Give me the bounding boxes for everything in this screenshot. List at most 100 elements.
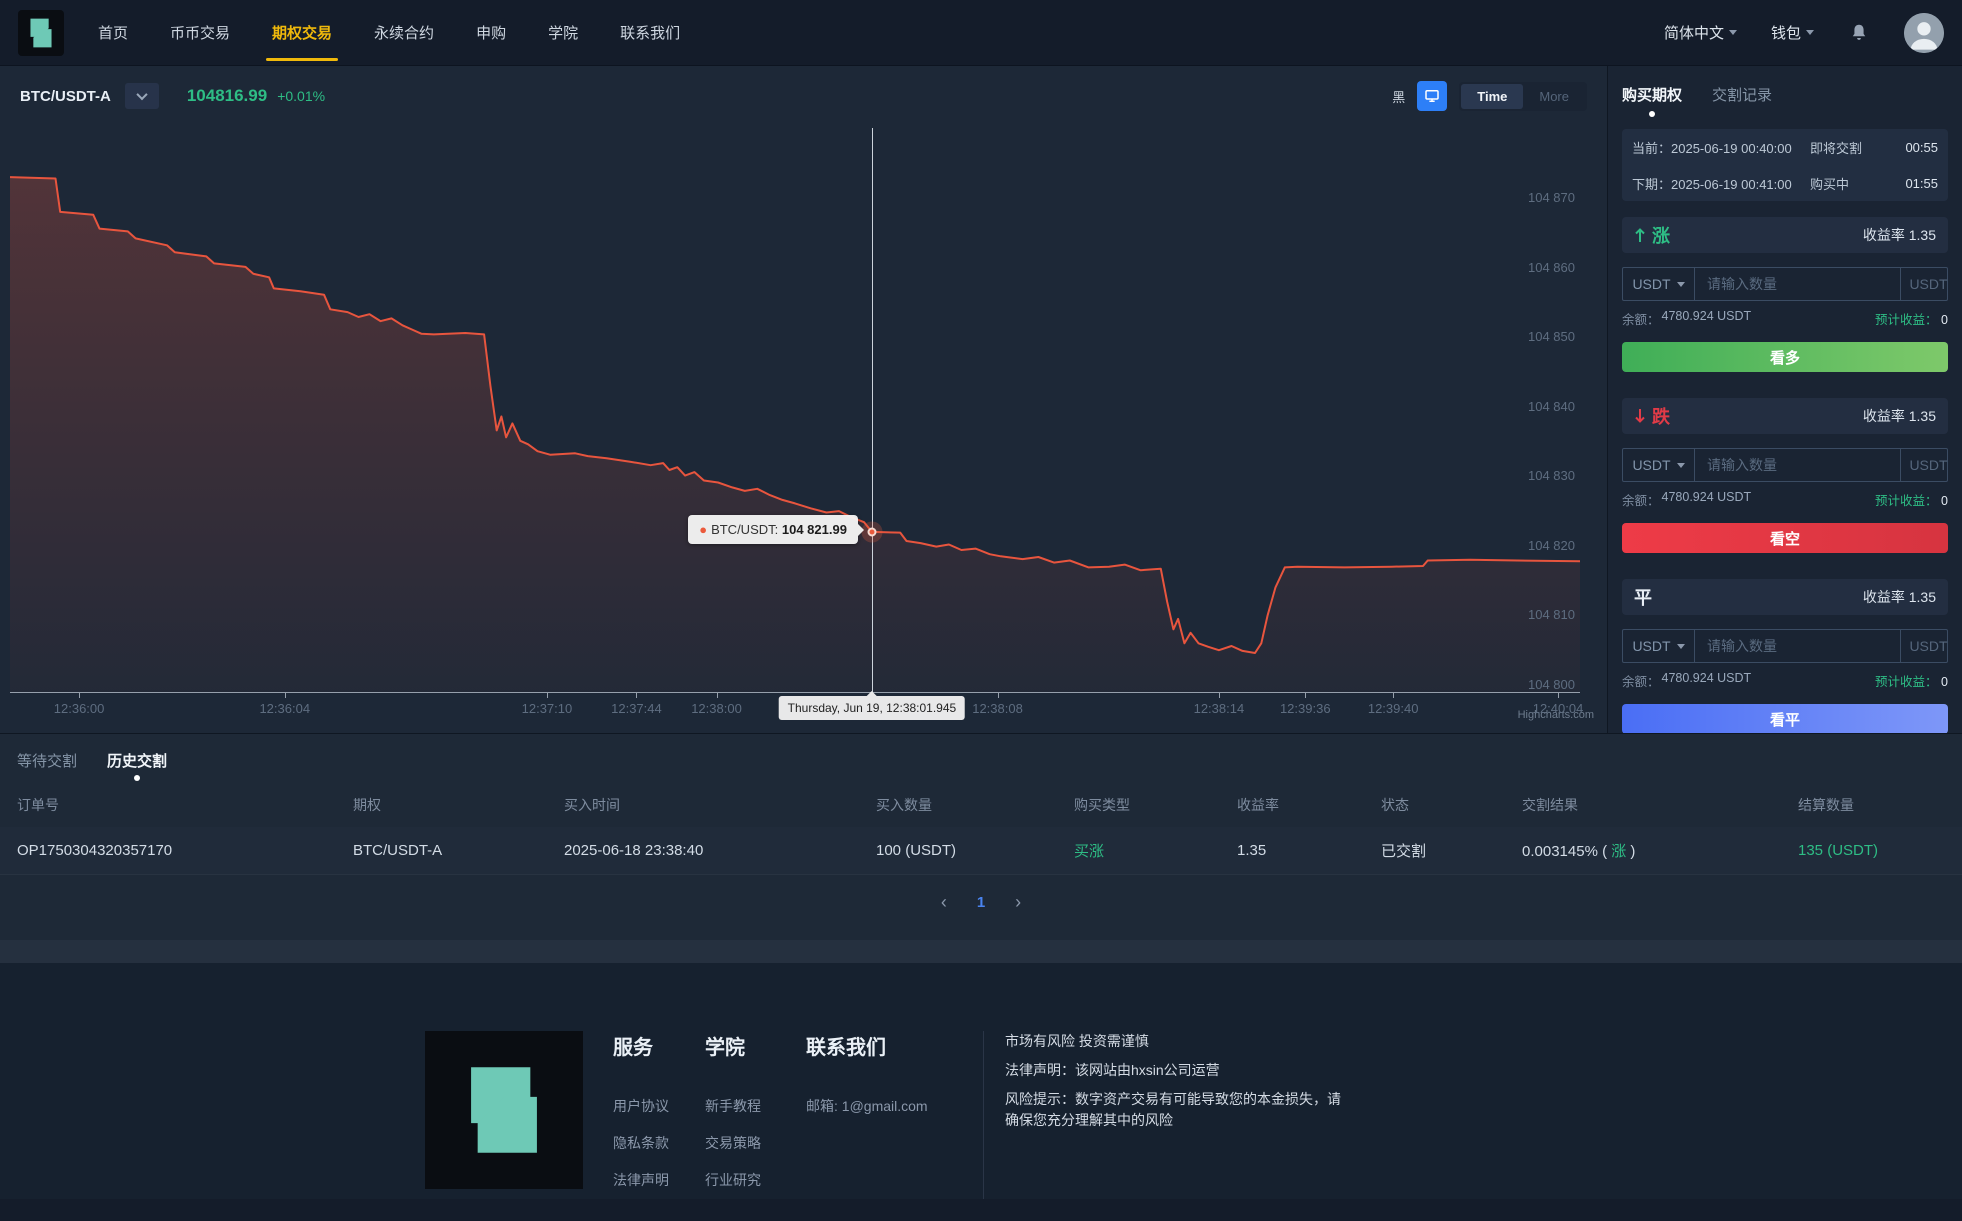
rise-currency-select[interactable]: USDT <box>1623 268 1695 300</box>
buy-down-button[interactable]: 看空 <box>1622 523 1948 553</box>
buy-flat-button[interactable]: 看平 <box>1622 704 1948 734</box>
cell-buy-time: 2025-06-18 23:38:40 <box>564 842 876 859</box>
cell-amount: 100 (USDT) <box>876 842 1074 859</box>
nav-item-subscribe[interactable]: 申购 <box>476 0 506 66</box>
schedule-time: 当前：2025-06-19 00:40:00 <box>1632 138 1810 157</box>
footer-link-email[interactable]: 邮箱: 1@gmail.com <box>806 1096 928 1117</box>
chevron-down-icon <box>1677 463 1685 468</box>
x-axis-label: 12:37:44 <box>611 701 662 716</box>
tooltip-value: 104 821.99 <box>782 522 847 537</box>
schedule-status: 即将交割 <box>1810 138 1905 157</box>
chart-header: BTC/USDT-A 104816.99 +0.01% 黑 Time More <box>0 66 1607 126</box>
trade-panel-tabs: 购买期权 交割记录 <box>1622 84 1948 115</box>
fall-currency-select[interactable]: USDT <box>1623 449 1695 481</box>
footer-link-privacy[interactable]: 隐私条款 <box>613 1133 669 1154</box>
user-avatar[interactable] <box>1904 13 1944 53</box>
tab-buy-option[interactable]: 购买期权 <box>1622 84 1682 115</box>
orders-table: 订单号 期权 买入时间 买入数量 购买类型 收益率 状态 交割结果 结算数量 O… <box>0 783 1962 875</box>
option-schedule: 当前：2025-06-19 00:40:00 即将交割 00:55 下期：202… <box>1622 129 1948 201</box>
main-nav: 首页 币币交易 期权交易 永续合约 申购 学院 联系我们 <box>98 0 680 65</box>
footer-col-title: 联系我们 <box>806 1031 928 1060</box>
prev-page-button[interactable]: ‹ <box>941 893 947 911</box>
fall-label: 跌 <box>1634 403 1670 429</box>
tab-pending-delivery[interactable]: 等待交割 <box>17 750 77 783</box>
col-status: 状态 <box>1381 795 1522 815</box>
footer-link-industry-research[interactable]: 行业研究 <box>705 1170 761 1191</box>
footer-link-beginner-tutorial[interactable]: 新手教程 <box>705 1096 761 1117</box>
y-axis-label: 104 800 <box>1528 677 1575 692</box>
language-label: 简体中文 <box>1664 22 1724 43</box>
page-number[interactable]: 1 <box>977 894 985 911</box>
time-mode-button[interactable]: Time <box>1461 84 1523 109</box>
crosshair-date-label: Thursday, Jun 19, 12:38:01.945 <box>779 696 966 720</box>
next-page-button[interactable]: › <box>1015 893 1021 911</box>
y-axis-label: 104 850 <box>1528 329 1575 344</box>
price-line-chart <box>10 126 1580 692</box>
col-option: 期权 <box>353 795 564 815</box>
notification-bell-icon[interactable] <box>1848 21 1870 45</box>
footer-link-legal[interactable]: 法律声明 <box>613 1170 669 1191</box>
x-axis-label: 12:38:00 <box>691 701 742 716</box>
col-settlement: 结算数量 <box>1798 795 1962 815</box>
nav-item-contact[interactable]: 联系我们 <box>620 0 680 66</box>
buy-up-button[interactable]: 看多 <box>1622 342 1948 372</box>
chevron-down-icon <box>136 89 147 100</box>
price-tooltip: ●BTC/USDT: 104 821.99 <box>688 515 858 544</box>
chart-mode-group: Time More <box>1459 82 1587 111</box>
fall-amount-row: USDT USDT <box>1622 448 1948 482</box>
flat-currency-select[interactable]: USDT <box>1623 630 1695 662</box>
pair-select-button[interactable] <box>125 83 159 109</box>
col-rate: 收益率 <box>1237 795 1381 815</box>
rise-amount-row: USDT USDT <box>1622 267 1948 301</box>
language-select[interactable]: 简体中文 <box>1664 22 1737 43</box>
nav-item-perpetual[interactable]: 永续合约 <box>374 0 434 66</box>
nav-item-spot[interactable]: 币币交易 <box>170 0 230 66</box>
screen-cast-button[interactable] <box>1417 81 1447 111</box>
price-marker <box>867 528 876 537</box>
footer-divider <box>983 1031 984 1199</box>
rise-label: 涨 <box>1634 222 1670 248</box>
last-price: 104816.99 <box>187 86 267 106</box>
main-content: BTC/USDT-A 104816.99 +0.01% 黑 Time More <box>0 66 1962 733</box>
brand-logo[interactable] <box>18 10 64 56</box>
balance-value: 4780.924 USDT <box>1662 671 1752 690</box>
rise-amount-input[interactable] <box>1695 268 1900 300</box>
footer-link-trading-strategy[interactable]: 交易策略 <box>705 1133 761 1154</box>
price-chart[interactable]: ●BTC/USDT: 104 821.99 104 870104 860104 … <box>10 126 1580 692</box>
y-axis-label: 104 810 <box>1528 607 1575 622</box>
app-root: 首页 币币交易 期权交易 永续合约 申购 学院 联系我们 简体中文 钱包 <box>0 0 1962 1221</box>
y-axis-label: 104 870 <box>1528 190 1575 205</box>
chart-section: BTC/USDT-A 104816.99 +0.01% 黑 Time More <box>0 66 1607 733</box>
col-amount: 买入数量 <box>876 795 1074 815</box>
fall-balance-row: 余额： 4780.924 USDT 预计收益： 0 <box>1622 490 1948 509</box>
rise-currency-suffix: USDT <box>1900 268 1956 300</box>
more-mode-button[interactable]: More <box>1523 84 1585 109</box>
balance-label: 余额： <box>1622 671 1660 690</box>
schedule-time: 下期：2025-06-19 00:41:00 <box>1632 174 1810 193</box>
footer-link-user-agreement[interactable]: 用户协议 <box>613 1096 669 1117</box>
flat-amount-input[interactable] <box>1695 630 1900 662</box>
x-axis-label: 12:39:36 <box>1280 701 1331 716</box>
nav-item-academy[interactable]: 学院 <box>548 0 578 66</box>
tab-delivery-record[interactable]: 交割记录 <box>1712 84 1772 115</box>
chevron-down-icon <box>1729 30 1737 35</box>
x-axis-label: 12:39:40 <box>1368 701 1419 716</box>
col-order-id: 订单号 <box>17 795 353 815</box>
y-axis-label: 104 830 <box>1528 468 1575 483</box>
x-axis-tick <box>1219 693 1220 698</box>
schedule-countdown: 01:55 <box>1905 176 1938 191</box>
y-axis-label: 104 840 <box>1528 399 1575 414</box>
x-axis-label: 12:36:04 <box>259 701 310 716</box>
x-axis: Thursday, Jun 19, 12:38:01.945 Highchart… <box>10 692 1580 728</box>
balance-value: 4780.924 USDT <box>1662 309 1752 328</box>
theme-toggle[interactable]: 黑 <box>1392 87 1405 106</box>
nav-item-home[interactable]: 首页 <box>98 0 128 66</box>
cell-rate: 1.35 <box>1237 842 1381 859</box>
fall-currency-suffix: USDT <box>1900 449 1956 481</box>
fall-amount-input[interactable] <box>1695 449 1900 481</box>
nav-item-options[interactable]: 期权交易 <box>272 0 332 66</box>
wallet-menu[interactable]: 钱包 <box>1771 22 1814 43</box>
cell-option: BTC/USDT-A <box>353 842 564 859</box>
expected-profit: 预计收益： 0 <box>1875 671 1948 690</box>
tab-history-delivery[interactable]: 历史交割 <box>107 750 167 783</box>
